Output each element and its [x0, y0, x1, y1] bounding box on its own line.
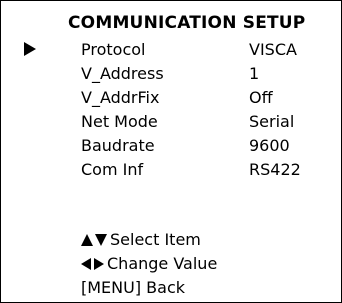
help-select-item-label: Select Item	[110, 230, 201, 249]
menu-item-value[interactable]: RS422	[249, 158, 301, 182]
menu-item-label: Protocol	[81, 40, 146, 59]
menu-item-v-address[interactable]: V_Address 1	[1, 62, 341, 86]
menu-item-value[interactable]: Serial	[249, 110, 294, 134]
menu-item-value[interactable]: Off	[249, 86, 273, 110]
menu-item-protocol[interactable]: Protocol VISCA	[1, 38, 341, 62]
menu-item-label: Baudrate	[81, 136, 155, 155]
menu-item-v-addrfix[interactable]: V_AddrFix Off	[1, 86, 341, 110]
osd-menu-panel: COMMUNICATION SETUP Protocol VISCA V_Add…	[0, 0, 342, 303]
menu-item-label: V_AddrFix	[81, 88, 160, 107]
menu-item-label: Com Inf	[81, 160, 144, 179]
help-change-value: Change Value	[81, 252, 217, 276]
triangle-left-icon	[81, 257, 91, 270]
menu-item-value[interactable]: VISCA	[249, 38, 297, 62]
triangle-down-icon	[95, 233, 107, 246]
menu-item-label: Net Mode	[81, 112, 158, 131]
menu-item-net-mode[interactable]: Net Mode Serial	[1, 110, 341, 134]
menu-item-baudrate[interactable]: Baudrate 9600	[1, 134, 341, 158]
triangle-right-icon	[94, 257, 104, 270]
triangle-up-icon	[81, 233, 93, 246]
menu-item-com-inf[interactable]: Com Inf RS422	[1, 158, 341, 182]
menu-title: COMMUNICATION SETUP	[68, 13, 306, 33]
help-select-item: Select Item	[81, 228, 201, 252]
help-change-value-label: Change Value	[107, 254, 218, 273]
menu-item-value[interactable]: 1	[249, 62, 259, 86]
menu-item-value[interactable]: 9600	[249, 134, 290, 158]
help-menu-back: [MENU] Back	[81, 278, 186, 297]
menu-item-label: V_Address	[81, 64, 164, 83]
